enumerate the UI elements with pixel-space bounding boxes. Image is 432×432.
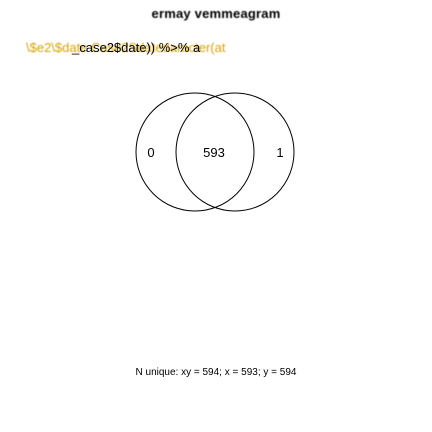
count-x-only: 0 <box>147 145 154 160</box>
count-intersection: 593 <box>203 145 225 160</box>
unique-count-caption: N unique: xy = 594; x = 593; y = 594 <box>135 367 297 378</box>
count-y-only: 1 <box>276 145 283 160</box>
